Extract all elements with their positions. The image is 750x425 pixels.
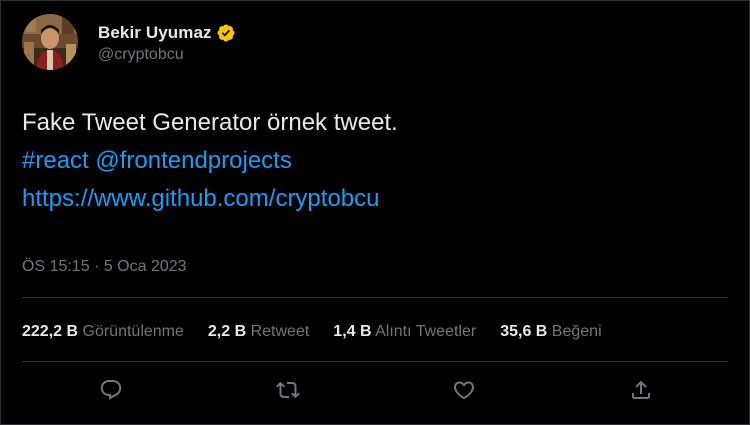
user-handle[interactable]: @cryptobcu: [98, 46, 236, 64]
stat-value: 2,2 B: [207, 323, 247, 340]
retweet-icon: [276, 381, 300, 399]
stat-label: Retweet: [250, 323, 310, 340]
display-name[interactable]: Bekir Uyumaz: [98, 23, 212, 43]
like-button[interactable]: [449, 375, 479, 405]
tweet-timestamp[interactable]: ÖS 15:15 · 5 Oca 2023: [22, 258, 187, 276]
tweet-card: Bekir Uyumaz @cryptobcu Fake Tweet Gener…: [0, 0, 750, 425]
tweet-text: Fake Tweet Generator örnek tweet. #react…: [22, 104, 398, 218]
tweet-stats: 222,2 B Görüntülenme 2,2 B Retweet 1,4 B…: [22, 323, 626, 341]
stat-value: 35,6 B: [500, 323, 548, 340]
reply-button[interactable]: [96, 375, 126, 405]
user-info: Bekir Uyumaz @cryptobcu: [98, 21, 236, 64]
share-icon: [632, 380, 650, 399]
name-row: Bekir Uyumaz: [98, 21, 236, 45]
like-icon: [453, 381, 475, 400]
share-button[interactable]: [626, 375, 656, 405]
action-bar: [1, 375, 749, 407]
stat-value: 1,4 B: [333, 323, 372, 340]
avatar-image: [22, 14, 78, 70]
stat-views[interactable]: 222,2 B Görüntülenme: [22, 323, 184, 341]
stat-quotes[interactable]: 1,4 B Alıntı Tweetler: [333, 323, 476, 341]
tweet-header: Bekir Uyumaz @cryptobcu: [22, 14, 236, 70]
mention-link[interactable]: @frontendprojects: [95, 147, 291, 174]
divider-top: [22, 297, 728, 298]
stat-value: 222,2 B: [22, 323, 79, 340]
divider-bottom: [22, 361, 728, 362]
hashtag-link[interactable]: #react: [22, 147, 89, 174]
url-link[interactable]: https://www.github.com/cryptobcu: [22, 180, 398, 218]
tweet-text-line: Fake Tweet Generator örnek tweet.: [22, 109, 398, 136]
retweet-button[interactable]: [273, 375, 303, 405]
tweet-tags-line: #react @frontendprojects: [22, 142, 398, 180]
stat-retweets[interactable]: 2,2 B Retweet: [208, 323, 309, 341]
verified-badge-icon: [217, 23, 235, 42]
avatar[interactable]: [22, 14, 78, 70]
stat-label: Görüntülenme: [82, 323, 184, 340]
reply-icon: [100, 380, 122, 400]
stat-likes[interactable]: 35,6 B Beğeni: [500, 323, 601, 341]
stat-label: Beğeni: [551, 323, 602, 340]
stat-label: Alıntı Tweetler: [375, 323, 477, 340]
